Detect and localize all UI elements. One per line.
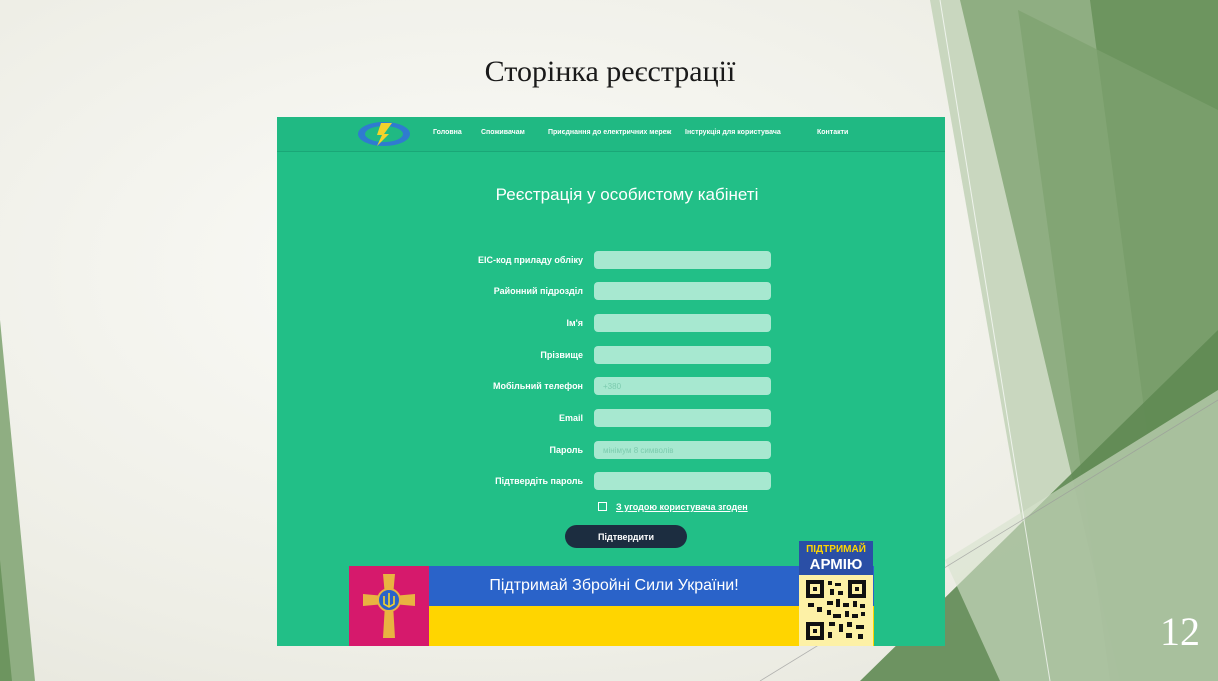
registration-page-screenshot: Головна Споживачам Приєднання до електри… [277,117,945,646]
password-label: Пароль [549,445,584,455]
mobile-phone-label: Мобільний телефон [492,381,583,391]
eic-code-label: EIC-код приладу обліку [477,255,583,265]
qr-card-header: ПІДТРИМАЙ АРМІЮ [799,541,873,575]
nav-item-contacts[interactable]: Контакти [817,129,848,136]
form-title: Реєстрація у особистому кабінеті [495,185,759,204]
banner-emblem-panel [349,566,429,646]
mobile-phone-input[interactable] [594,377,771,395]
email-label: Email [558,413,583,423]
password-input[interactable] [594,441,771,459]
slide-title: Сторінка реєстрації [484,55,736,88]
eic-code-input[interactable] [594,251,771,269]
district-label: Районний підрозділ [493,286,583,296]
agreement-checkbox[interactable] [598,502,607,511]
last-name-input[interactable] [594,346,771,364]
qr-code-icon [805,579,867,641]
banner-text: Підтримай Збройні Сили України! [489,577,739,594]
confirm-password-input[interactable] [594,472,771,490]
email-input[interactable] [594,409,771,427]
nav-item-home[interactable]: Головна [433,129,462,136]
first-name-label: Ім'я [566,318,583,328]
company-logo-icon[interactable] [355,120,413,148]
nav-item-grid-connection[interactable]: Приєднання до електричних мереж [548,129,671,136]
qr-card-title: ПІДТРИМАЙ [806,544,866,555]
nav-item-consumers[interactable]: Споживачам [481,129,525,136]
confirm-password-label: Підтвердіть пароль [495,476,583,486]
nav-item-user-guide[interactable]: Інструкція для користувача [685,129,781,136]
qr-card-subtitle: АРМІЮ [809,556,863,573]
last-name-label: Прізвище [540,350,583,360]
agreement-link[interactable]: З угодою користувача згоден [616,502,748,512]
armed-forces-emblem-icon [363,574,415,638]
top-navigation: Головна Споживачам Приєднання до електри… [277,117,945,152]
support-army-banner[interactable]: Підтримай Збройні Сили України! [349,566,874,646]
support-army-qr-card[interactable]: ПІДТРИМАЙ АРМІЮ [799,541,873,646]
slide-number: 12 [1160,609,1200,654]
district-input[interactable] [594,282,771,300]
first-name-input[interactable] [594,314,771,332]
submit-button[interactable]: Підтвердити [565,525,687,548]
